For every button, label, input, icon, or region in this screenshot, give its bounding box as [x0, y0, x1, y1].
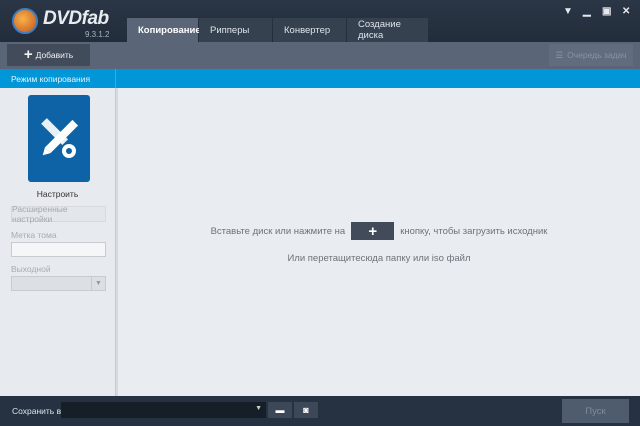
plus-icon: +	[23, 46, 33, 63]
load-hint: Вставьте диск или нажмите на + кнопку, ч…	[118, 222, 640, 240]
save-to-label: Сохранить в:	[12, 406, 64, 416]
tab-converter[interactable]: Конвертер	[273, 18, 346, 42]
advanced-settings-button[interactable]: Расширенные настройки	[11, 204, 106, 224]
disc-file-icon: ◙	[303, 405, 309, 415]
close-icon[interactable]: ✕	[622, 6, 630, 17]
chevron-down-icon: ▼	[91, 277, 105, 290]
drop-area[interactable]: Вставьте диск или нажмите на + кнопку, ч…	[118, 88, 640, 396]
configure-tile[interactable]	[28, 95, 90, 182]
start-button[interactable]: Пуск	[562, 399, 629, 423]
output-label: Выходной	[11, 264, 51, 274]
maximize-icon[interactable]: ▣	[602, 6, 611, 17]
tab-copy[interactable]: Копирование	[127, 18, 201, 42]
hint-before: Вставьте диск или нажмите на	[210, 225, 346, 237]
menu-dropdown-icon[interactable]: ▼	[563, 6, 573, 17]
pencil-ruler-icon	[41, 118, 79, 158]
save-path-input[interactable]: ▼	[61, 402, 266, 418]
chevron-down-icon[interactable]: ▼	[255, 405, 262, 412]
list-icon: ☰	[555, 49, 564, 60]
iso-file-button[interactable]: ◙	[294, 402, 318, 418]
tab-create-disc[interactable]: Создание диска	[347, 18, 428, 42]
drag-hint: Или перетащитесюда папку или iso файл	[287, 253, 471, 264]
tab-rippers[interactable]: Рипперы	[199, 18, 272, 42]
browse-folder-button[interactable]: ▬	[268, 402, 292, 418]
minimize-icon[interactable]: ▁	[583, 6, 591, 17]
add-label: Добавить	[35, 50, 74, 60]
sidebar: Настроить Расширенные настройки Метка то…	[0, 88, 115, 396]
dvdfab-logo-icon	[12, 8, 38, 34]
mode-bar: Режим копирования	[0, 69, 640, 88]
folder-icon: ▬	[275, 405, 285, 415]
copy-mode-label[interactable]: Режим копирования	[11, 74, 90, 84]
hint-after: кнопку, чтобы загрузить исходник	[400, 225, 548, 237]
volume-label: Метка тома	[11, 230, 57, 240]
volume-label-input[interactable]	[11, 242, 106, 257]
divider	[115, 69, 116, 88]
add-button[interactable]: + Добавить	[7, 44, 90, 66]
toolbar: + Добавить ☰ Очередь задач	[0, 42, 640, 69]
configure-label: Настроить	[36, 189, 79, 199]
output-select[interactable]: ▼	[11, 276, 106, 291]
add-source-button[interactable]: +	[351, 222, 395, 240]
title-bar: DVDfab 9.3.1.2 Копирование Рипперы Конве…	[0, 0, 640, 42]
version-label: 9.3.1.2	[85, 30, 110, 39]
main-tabs: Копирование Рипперы Конвертер Создание д…	[127, 18, 429, 42]
brand-name: DVDfab	[43, 8, 109, 29]
task-queue-button[interactable]: ☰ Очередь задач	[549, 44, 633, 66]
queue-label: Очередь задач	[567, 50, 627, 60]
